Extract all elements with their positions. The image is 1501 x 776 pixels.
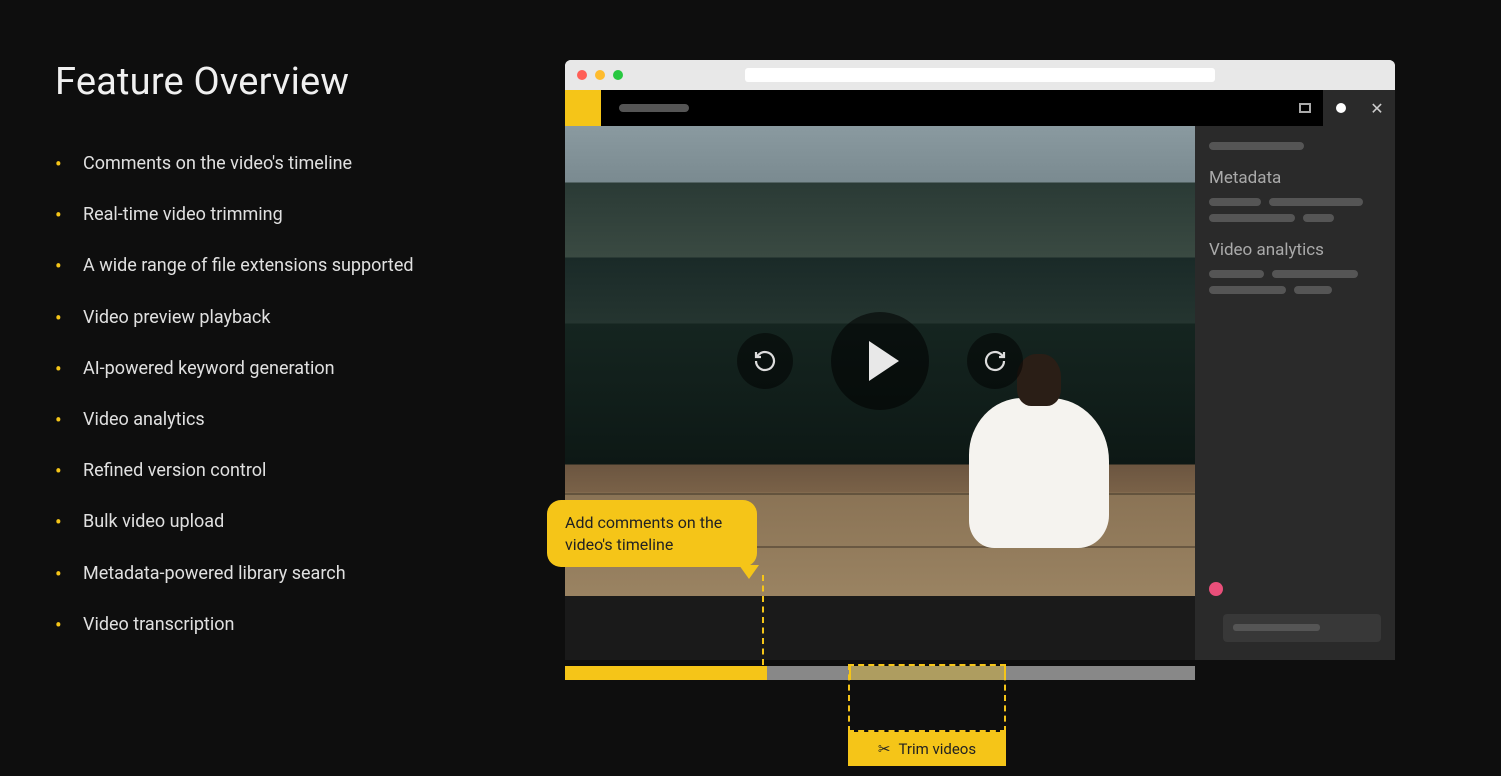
analytics-placeholder — [1294, 286, 1332, 294]
app-frame: ✕ — [565, 90, 1395, 660]
notification-icon[interactable] — [1323, 90, 1359, 126]
analytics-placeholder — [1209, 286, 1286, 294]
close-icon[interactable]: ✕ — [1359, 90, 1395, 126]
rewind-button[interactable] — [737, 333, 793, 389]
timeline-progress — [565, 666, 767, 680]
window-maximize-icon[interactable] — [613, 70, 623, 80]
app-logo[interactable] — [565, 90, 601, 126]
trim-callout-box — [848, 664, 1006, 732]
play-icon — [869, 341, 899, 381]
metadata-placeholder — [1303, 214, 1334, 222]
app-preview: ✕ — [565, 60, 1451, 660]
app-header: ✕ — [565, 90, 1395, 126]
analytics-placeholder — [1272, 270, 1358, 278]
sidebar-placeholder — [1209, 142, 1304, 150]
scissors-icon: ✂ — [878, 740, 891, 758]
feature-item: Video analytics — [55, 394, 525, 445]
comment-input[interactable] — [1223, 614, 1381, 642]
page-title: Feature Overview — [55, 60, 525, 104]
video-player-area — [565, 126, 1195, 660]
feature-item: Refined version control — [55, 445, 525, 496]
video-sidebar: Metadata Video analytics — [1195, 126, 1395, 660]
browser-chrome — [565, 60, 1395, 90]
feature-item: Video preview playback — [55, 292, 525, 343]
app-title-placeholder — [619, 104, 689, 112]
feature-item: AI-powered keyword generation — [55, 343, 525, 394]
metadata-placeholder — [1209, 214, 1295, 222]
callout-connector — [762, 575, 764, 665]
forward-button[interactable] — [967, 333, 1023, 389]
comment-callout: Add comments on the video's timeline — [547, 500, 757, 567]
feature-list: Comments on the video's timeline Real-ti… — [55, 138, 525, 650]
metadata-heading: Metadata — [1209, 168, 1381, 188]
trim-label-text: Trim videos — [898, 740, 976, 758]
window-mode-icon[interactable] — [1287, 90, 1323, 126]
window-minimize-icon[interactable] — [595, 70, 605, 80]
trim-callout-label: ✂ Trim videos — [848, 732, 1006, 766]
play-button[interactable] — [831, 312, 929, 410]
window-close-icon[interactable] — [577, 70, 587, 80]
feature-item: Real-time video trimming — [55, 189, 525, 240]
analytics-heading: Video analytics — [1209, 240, 1381, 260]
address-bar[interactable] — [745, 68, 1215, 82]
analytics-placeholder — [1209, 270, 1264, 278]
feature-item: A wide range of file extensions supporte… — [55, 240, 525, 291]
browser-window: ✕ — [565, 60, 1395, 660]
metadata-placeholder — [1269, 198, 1364, 206]
feature-item: Bulk video upload — [55, 496, 525, 547]
feature-overview-panel: Feature Overview Comments on the video's… — [55, 60, 525, 660]
feature-item: Video transcription — [55, 599, 525, 650]
feature-item: Comments on the video's timeline — [55, 138, 525, 189]
comment-marker-icon[interactable] — [1209, 582, 1223, 596]
feature-item: Metadata-powered library search — [55, 548, 525, 599]
metadata-placeholder — [1209, 198, 1261, 206]
